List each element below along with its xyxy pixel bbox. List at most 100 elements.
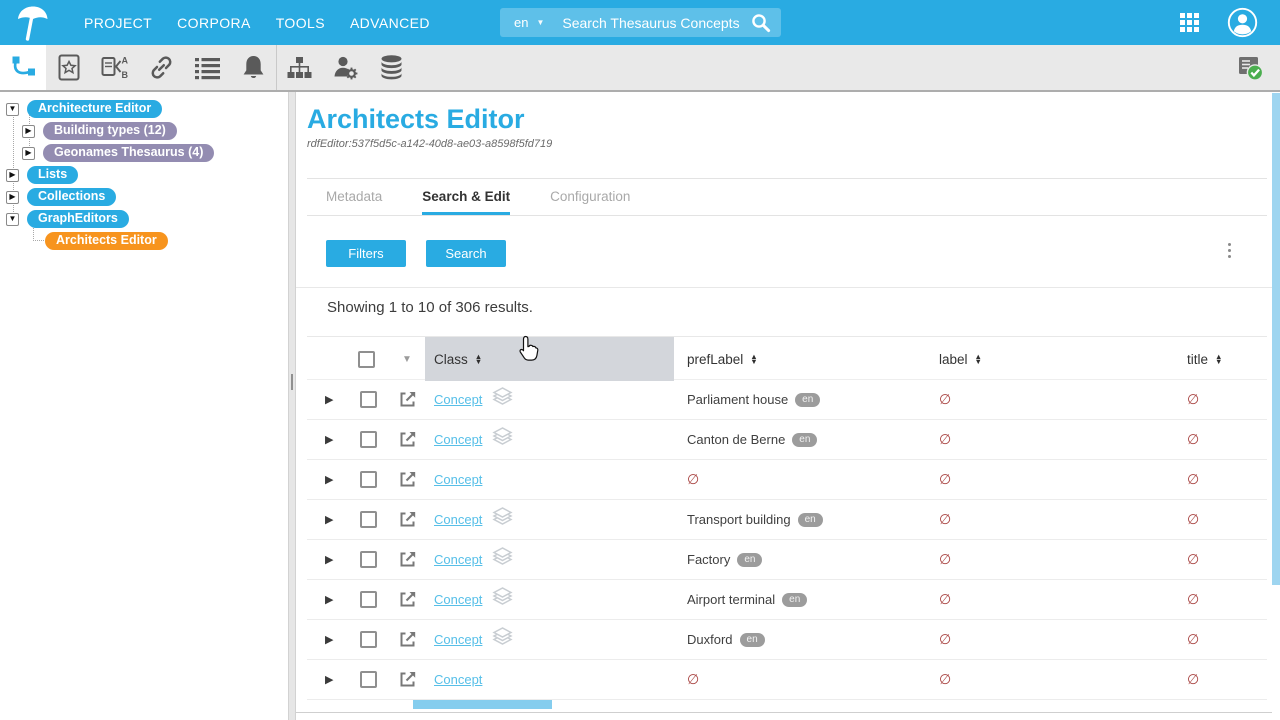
sidebar-splitter[interactable] [288, 92, 296, 720]
menu-corpora[interactable]: CORPORA [171, 15, 257, 31]
empty-value: ∅ [1187, 551, 1199, 568]
row-checkbox[interactable] [360, 471, 377, 488]
sort-icon[interactable]: ▲▼ [975, 354, 982, 364]
expand-row-icon[interactable]: ▶ [307, 513, 347, 526]
app-logo[interactable] [12, 3, 52, 43]
concept-link[interactable]: Concept [434, 672, 482, 687]
more-options-icon[interactable] [1228, 243, 1231, 258]
splitter-grip[interactable] [291, 374, 293, 390]
user-avatar-icon[interactable] [1227, 7, 1258, 38]
tab-configuration[interactable]: Configuration [550, 179, 630, 215]
menu-tools[interactable]: TOOLS [270, 15, 331, 31]
lang-badge: en [740, 633, 765, 647]
tab-search-and-edit[interactable]: Search & Edit [422, 179, 510, 215]
editor-main-panel: Architects Editor rdfEditor:537f5d5c-a14… [296, 92, 1272, 720]
tree-item: ▶ Building types (12) [0, 122, 177, 140]
concept-link[interactable]: Concept [434, 552, 482, 567]
open-resource-icon[interactable] [398, 590, 417, 609]
select-all-checkbox[interactable] [358, 351, 375, 368]
expand-toggle-icon[interactable]: ▶ [6, 191, 19, 204]
tree-node-collections[interactable]: Collections [27, 188, 116, 206]
concept-link[interactable]: Concept [434, 632, 482, 647]
table-row: ▶ Concept ∅ ∅ ∅ [307, 460, 1267, 500]
graph-editor-icon[interactable] [0, 45, 46, 90]
expand-toggle-icon[interactable]: ▶ [6, 169, 19, 182]
expand-row-icon[interactable]: ▶ [307, 673, 347, 686]
concept-link[interactable]: Concept [434, 592, 482, 607]
document-star-icon[interactable] [46, 45, 92, 90]
concept-link[interactable]: Concept [434, 432, 482, 447]
expand-row-icon[interactable]: ▶ [307, 433, 347, 446]
row-checkbox[interactable] [360, 551, 377, 568]
lang-badge: en [792, 433, 817, 447]
collapse-toggle-icon[interactable]: ▼ [6, 103, 19, 116]
search-button[interactable]: Search [426, 240, 506, 267]
table-row: ▶ Concept Airport terminalen ∅ ∅ [307, 580, 1267, 620]
concept-link[interactable]: Concept [434, 512, 482, 527]
row-checkbox[interactable] [360, 631, 377, 648]
concept-link[interactable]: Concept [434, 472, 482, 487]
tree-node-grapheditors[interactable]: GraphEditors [27, 210, 129, 228]
row-checkbox[interactable] [360, 391, 377, 408]
tree-node-geonames-thesaurus[interactable]: Geonames Thesaurus (4) [43, 144, 214, 162]
layers-icon [492, 627, 513, 652]
menu-project[interactable]: PROJECT [78, 15, 158, 31]
header-dropdown-icon[interactable]: ▼ [389, 354, 425, 365]
expand-row-icon[interactable]: ▶ [307, 393, 347, 406]
concept-link[interactable]: Concept [434, 392, 482, 407]
column-header-class[interactable]: Class ▲▼ [425, 337, 674, 381]
row-checkbox[interactable] [360, 431, 377, 448]
user-settings-icon[interactable] [322, 45, 368, 90]
search-language-value: en [514, 15, 528, 30]
search-language-selector[interactable]: en ▼ [514, 15, 544, 30]
open-resource-icon[interactable] [398, 390, 417, 409]
link-icon[interactable] [138, 45, 184, 90]
expand-toggle-icon[interactable]: ▶ [22, 147, 35, 160]
tree-node-building-types[interactable]: Building types (12) [43, 122, 177, 140]
tree-node-architecture-editor[interactable]: Architecture Editor [27, 100, 162, 118]
open-resource-icon[interactable] [398, 670, 417, 689]
tree-node-lists[interactable]: Lists [27, 166, 78, 184]
alignment-ab-icon[interactable]: A B [92, 45, 138, 90]
hierarchy-icon[interactable] [276, 45, 322, 90]
preflabel-value: Factory [687, 552, 730, 567]
row-checkbox[interactable] [360, 671, 377, 688]
horizontal-scrollbar-thumb[interactable] [413, 700, 552, 709]
open-resource-icon[interactable] [398, 550, 417, 569]
expand-row-icon[interactable]: ▶ [307, 553, 347, 566]
database-icon[interactable] [368, 45, 414, 90]
preflabel-value: Duxford [687, 632, 733, 647]
column-header-preflabel[interactable]: prefLabel ▲▼ [674, 352, 927, 367]
empty-value: ∅ [939, 431, 951, 448]
menu-advanced[interactable]: ADVANCED [344, 15, 436, 31]
filters-button[interactable]: Filters [326, 240, 406, 267]
list-icon[interactable] [184, 45, 230, 90]
sort-icon[interactable]: ▲▼ [750, 354, 757, 364]
thesaurus-search-box[interactable]: en ▼ Search Thesaurus Concepts [500, 8, 781, 37]
vertical-scrollbar-thumb[interactable] [1272, 93, 1280, 585]
tasks-done-icon[interactable] [1236, 55, 1264, 87]
open-resource-icon[interactable] [398, 630, 417, 649]
collapse-toggle-icon[interactable]: ▼ [6, 213, 19, 226]
svg-text:B: B [121, 70, 128, 80]
expand-row-icon[interactable]: ▶ [307, 633, 347, 646]
open-resource-icon[interactable] [398, 430, 417, 449]
sort-icon[interactable]: ▲▼ [1215, 354, 1222, 364]
tab-metadata[interactable]: Metadata [326, 179, 382, 215]
empty-value: ∅ [939, 671, 951, 688]
tree-node-architects-editor[interactable]: Architects Editor [45, 232, 168, 250]
search-icon[interactable] [751, 13, 771, 33]
row-checkbox[interactable] [360, 511, 377, 528]
expand-row-icon[interactable]: ▶ [307, 593, 347, 606]
open-resource-icon[interactable] [398, 470, 417, 489]
bell-icon[interactable] [230, 45, 276, 90]
sort-icon[interactable]: ▲▼ [475, 354, 482, 364]
expand-row-icon[interactable]: ▶ [307, 473, 347, 486]
apps-grid-icon[interactable] [1180, 13, 1199, 32]
row-checkbox[interactable] [360, 591, 377, 608]
column-header-label[interactable]: label ▲▼ [927, 352, 1177, 367]
open-resource-icon[interactable] [398, 510, 417, 529]
empty-value: ∅ [1187, 391, 1199, 408]
expand-toggle-icon[interactable]: ▶ [22, 125, 35, 138]
column-header-title[interactable]: title ▲▼ [1177, 352, 1267, 367]
